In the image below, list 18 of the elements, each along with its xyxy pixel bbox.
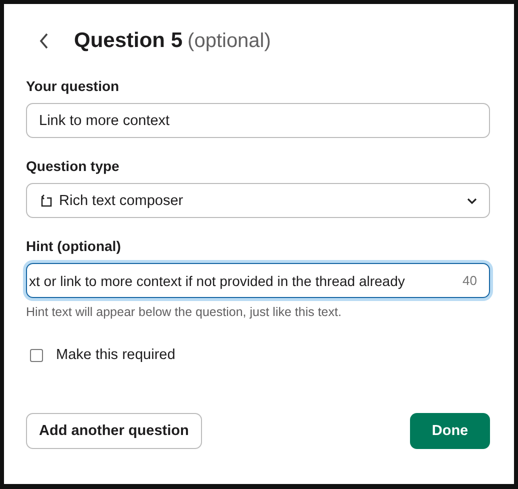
composer-icon (39, 194, 53, 208)
input-field[interactable]: xt or link to more context if not provided in the thread already 40 (26, 263, 490, 298)
input-field[interactable]: Link to more context (26, 103, 490, 138)
required-checkbox[interactable] (30, 348, 43, 362)
field-label: Hint (optional) (26, 238, 122, 254)
back-button[interactable] (38, 32, 50, 50)
add-question-button[interactable]: Add another question (26, 413, 202, 449)
field-label: Question type (26, 158, 120, 174)
optional-label: (optional) (188, 30, 271, 52)
back-icon (38, 32, 50, 50)
done-button[interactable]: Done (410, 413, 490, 449)
field-label: Your question (26, 78, 120, 94)
character-counter: 40 (462, 273, 477, 288)
type-dropdown[interactable]: Rich text composer (26, 183, 490, 218)
dialog-title: Question 5 (74, 29, 183, 53)
hint-help-text: Hint text will appear below the question, just like this text. (26, 305, 342, 319)
checkbox-label: Make this required (56, 347, 176, 363)
chevron-icon (467, 196, 477, 204)
